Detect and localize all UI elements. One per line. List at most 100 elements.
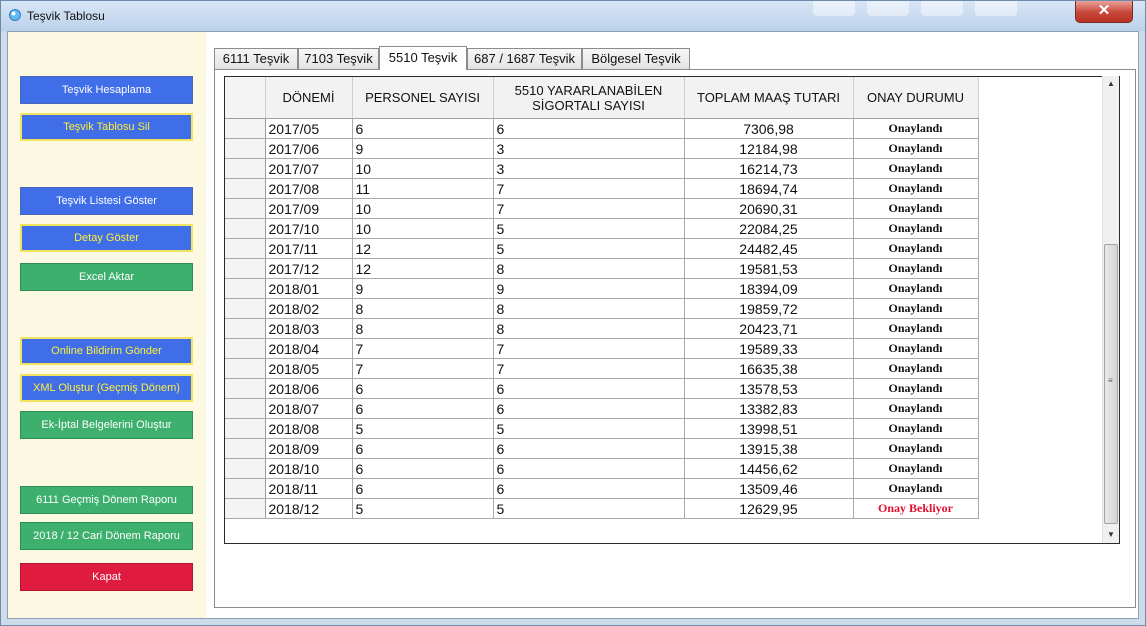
cell-donem[interactable]: 2018/03 — [265, 318, 353, 339]
cell-sigortali[interactable]: 6 — [493, 478, 685, 499]
cell-maas[interactable]: 12629,95 — [684, 498, 854, 519]
row-header-cell[interactable] — [225, 218, 266, 239]
row-header-cell[interactable] — [225, 178, 266, 199]
cell-sigortali[interactable]: 7 — [493, 198, 685, 219]
cell-maas[interactable]: 19589,33 — [684, 338, 854, 359]
cell-donem[interactable]: 2017/07 — [265, 158, 353, 179]
ek-iptal-belgeleri-button[interactable]: Ek-İptal Belgelerini Oluştur — [20, 411, 193, 439]
cell-maas[interactable]: 22084,25 — [684, 218, 854, 239]
row-header-cell[interactable] — [225, 318, 266, 339]
title-bar[interactable]: Teşvik Tablosu ✕ — [1, 1, 1145, 31]
table-row[interactable]: 2017/08 11 7 18694,74 Onaylandı — [225, 178, 979, 199]
cell-personel[interactable]: 5 — [352, 498, 494, 519]
cell-maas[interactable]: 18394,09 — [684, 278, 854, 299]
cell-donem[interactable]: 2018/11 — [265, 478, 353, 499]
cell-sigortali[interactable]: 6 — [493, 398, 685, 419]
tab-5510[interactable]: 5510 Teşvik — [379, 46, 467, 70]
cell-donem[interactable]: 2018/07 — [265, 398, 353, 419]
cell-donem[interactable]: 2018/08 — [265, 418, 353, 439]
row-header-cell[interactable] — [225, 118, 266, 139]
column-header-maas[interactable]: TOPLAM MAAŞ TUTARI — [684, 77, 854, 119]
online-bildirim-gonder-button[interactable]: Online Bildirim Gönder — [20, 337, 193, 365]
row-header-cell[interactable] — [225, 138, 266, 159]
tesvik-hesaplama-button[interactable]: Teşvik Hesaplama — [20, 76, 193, 104]
detay-goster-button[interactable]: Detay Göster — [20, 224, 193, 252]
cell-onay[interactable]: Onaylandı — [853, 138, 979, 159]
tesvik-data-grid[interactable]: DÖNEMİ PERSONEL SAYISI 5510 YARARLANABİL… — [224, 76, 1120, 544]
table-row[interactable]: 2018/10 6 6 14456,62 Onaylandı — [225, 458, 979, 479]
row-header-cell[interactable] — [225, 198, 266, 219]
cell-personel[interactable]: 6 — [352, 458, 494, 479]
cell-sigortali[interactable]: 8 — [493, 298, 685, 319]
cell-maas[interactable]: 19859,72 — [684, 298, 854, 319]
tab-bolgesel[interactable]: Bölgesel Teşvik — [582, 48, 690, 69]
cell-onay[interactable]: Onaylandı — [853, 198, 979, 219]
table-row[interactable]: 2018/07 6 6 13382,83 Onaylandı — [225, 398, 979, 419]
tab-6111[interactable]: 6111 Teşvik — [214, 48, 298, 69]
cell-onay[interactable]: Onaylandı — [853, 458, 979, 479]
cell-sigortali[interactable]: 8 — [493, 318, 685, 339]
cell-sigortali[interactable]: 7 — [493, 338, 685, 359]
cell-personel[interactable]: 6 — [352, 378, 494, 399]
cell-donem[interactable]: 2018/04 — [265, 338, 353, 359]
gecmis-donem-raporu-button[interactable]: 6111 Geçmiş Dönem Raporu — [20, 486, 193, 514]
table-row[interactable]: 2018/09 6 6 13915,38 Onaylandı — [225, 438, 979, 459]
cell-onay[interactable]: Onaylandı — [853, 438, 979, 459]
column-header-sigortali[interactable]: 5510 YARARLANABİLEN SİGORTALI SAYISI — [493, 77, 685, 119]
cell-personel[interactable]: 9 — [352, 138, 494, 159]
cell-donem[interactable]: 2018/01 — [265, 278, 353, 299]
cell-maas[interactable]: 20690,31 — [684, 198, 854, 219]
row-header-cell[interactable] — [225, 238, 266, 259]
table-row[interactable]: 2017/11 12 5 24482,45 Onaylandı — [225, 238, 979, 259]
cell-donem[interactable]: 2017/06 — [265, 138, 353, 159]
cell-sigortali[interactable]: 6 — [493, 378, 685, 399]
table-row[interactable]: 2017/05 6 6 7306,98 Onaylandı — [225, 118, 979, 139]
cell-onay[interactable]: Onaylandı — [853, 218, 979, 239]
cell-personel[interactable]: 10 — [352, 158, 494, 179]
cell-personel[interactable]: 6 — [352, 118, 494, 139]
cell-sigortali[interactable]: 5 — [493, 218, 685, 239]
cell-maas[interactable]: 16214,73 — [684, 158, 854, 179]
cell-onay[interactable]: Onaylandı — [853, 338, 979, 359]
cell-onay[interactable]: Onaylandı — [853, 378, 979, 399]
table-row[interactable]: 2018/01 9 9 18394,09 Onaylandı — [225, 278, 979, 299]
tab-7103[interactable]: 7103 Teşvik — [298, 48, 379, 69]
cell-sigortali[interactable]: 5 — [493, 238, 685, 259]
cell-donem[interactable]: 2018/02 — [265, 298, 353, 319]
cell-personel[interactable]: 12 — [352, 238, 494, 259]
table-row[interactable]: 2018/06 6 6 13578,53 Onaylandı — [225, 378, 979, 399]
xml-olustur-button[interactable]: XML Oluştur (Geçmiş Dönem) — [20, 374, 193, 402]
row-header-cell[interactable] — [225, 158, 266, 179]
table-row[interactable]: 2018/03 8 8 20423,71 Onaylandı — [225, 318, 979, 339]
cell-sigortali[interactable]: 8 — [493, 258, 685, 279]
row-header-cell[interactable] — [225, 378, 266, 399]
cell-onay[interactable]: Onaylandı — [853, 118, 979, 139]
cell-donem[interactable]: 2018/09 — [265, 438, 353, 459]
cell-personel[interactable]: 6 — [352, 398, 494, 419]
kapat-button[interactable]: Kapat — [20, 563, 193, 591]
row-header-cell[interactable] — [225, 398, 266, 419]
cell-personel[interactable]: 6 — [352, 478, 494, 499]
cell-personel[interactable]: 7 — [352, 358, 494, 379]
table-row[interactable]: 2018/04 7 7 19589,33 Onaylandı — [225, 338, 979, 359]
cell-personel[interactable]: 12 — [352, 258, 494, 279]
table-row[interactable]: 2018/02 8 8 19859,72 Onaylandı — [225, 298, 979, 319]
table-row[interactable]: 2018/12 5 5 12629,95 Onay Bekliyor — [225, 498, 979, 519]
scrollbar-thumb[interactable]: ≡ — [1104, 244, 1118, 524]
cell-donem[interactable]: 2017/11 — [265, 238, 353, 259]
cell-maas[interactable]: 20423,71 — [684, 318, 854, 339]
cell-donem[interactable]: 2018/06 — [265, 378, 353, 399]
cell-donem[interactable]: 2017/09 — [265, 198, 353, 219]
cell-sigortali[interactable]: 3 — [493, 158, 685, 179]
column-header-donem[interactable]: DÖNEMİ — [265, 77, 353, 119]
row-header-cell[interactable] — [225, 458, 266, 479]
table-row[interactable]: 2017/10 10 5 22084,25 Onaylandı — [225, 218, 979, 239]
row-header-cell[interactable] — [225, 278, 266, 299]
scroll-down-arrow-icon[interactable]: ▼ — [1103, 527, 1119, 543]
cell-sigortali[interactable]: 7 — [493, 358, 685, 379]
column-header-personel[interactable]: PERSONEL SAYISI — [352, 77, 494, 119]
cell-personel[interactable]: 9 — [352, 278, 494, 299]
cell-personel[interactable]: 6 — [352, 438, 494, 459]
grid-vertical-scrollbar[interactable]: ▲ ≡ ▼ — [1102, 76, 1119, 543]
cell-onay[interactable]: Onaylandı — [853, 418, 979, 439]
